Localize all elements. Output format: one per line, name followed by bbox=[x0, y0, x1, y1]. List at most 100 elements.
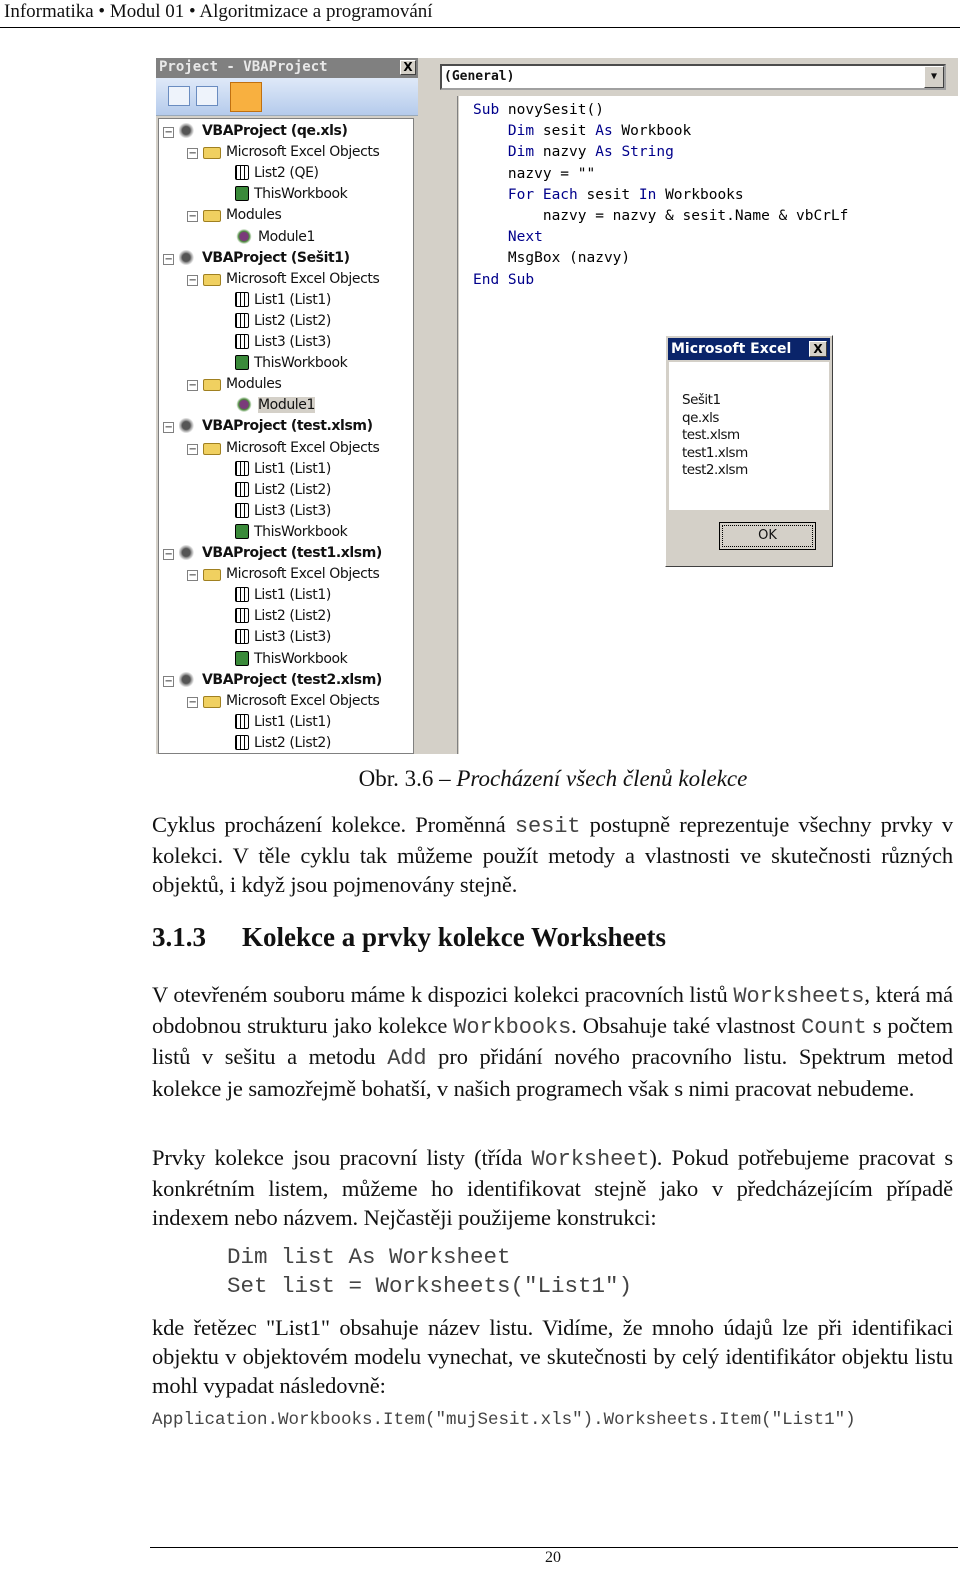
tree-item[interactable]: List1 (List1) bbox=[235, 459, 331, 480]
text-run: Cyklus procházení kolekce. Proměnná bbox=[152, 812, 515, 837]
tree-item[interactable]: − Modules bbox=[187, 374, 282, 395]
msgbox-line: test.xlsm bbox=[682, 427, 740, 443]
tree-item[interactable]: − VBAProject (test1.xlsm) bbox=[163, 543, 382, 564]
keyword: End Sub bbox=[473, 271, 535, 288]
code-token: Workbook bbox=[612, 123, 692, 140]
ok-button[interactable]: OK bbox=[719, 522, 816, 550]
tree-item-label: Microsoft Excel Objects bbox=[226, 692, 380, 709]
tree-item[interactable]: − Microsoft Excel Objects bbox=[187, 564, 380, 585]
tree-item[interactable]: List1 (List1) bbox=[235, 712, 331, 733]
section-title: Kolekce a prvky kolekce Worksheets bbox=[242, 922, 666, 952]
code-block-line: Set list = Worksheets("List1") bbox=[227, 1272, 633, 1299]
collapse-icon[interactable]: − bbox=[187, 148, 198, 160]
code-token: nazvy bbox=[534, 144, 596, 161]
code-token: novySesit() bbox=[499, 102, 604, 118]
code-token: nazvy = nazvy & sesit.Name & vbCrLf bbox=[473, 208, 849, 224]
page-number: 20 bbox=[545, 1549, 561, 1566]
folder-icon bbox=[203, 569, 221, 582]
tree-item[interactable]: − VBAProject (test2.xlsm) bbox=[163, 670, 382, 691]
tree-item[interactable]: − Microsoft Excel Objects bbox=[187, 142, 380, 163]
collapse-icon[interactable]: − bbox=[163, 422, 174, 434]
code-token: Workbooks bbox=[656, 186, 744, 203]
msgbox-line: qe.xls bbox=[682, 409, 719, 426]
tree-item[interactable]: List2 (List2) bbox=[235, 480, 331, 501]
collapse-icon[interactable]: − bbox=[163, 253, 174, 265]
object-dropdown[interactable]: (General) ▼ bbox=[440, 64, 946, 90]
tree-item[interactable]: ThisWorkbook bbox=[235, 353, 348, 374]
code-token: sesit bbox=[534, 123, 596, 140]
inline-code: Worksheet bbox=[531, 1147, 650, 1172]
code-line: Application.Workbooks.Item("mujSesit.xls… bbox=[152, 1410, 856, 1430]
tree-item[interactable]: List2 (List2) bbox=[235, 606, 331, 627]
text-run: Prvky kolekce jsou pracovní listy (třída bbox=[152, 1145, 532, 1170]
collapse-icon[interactable]: − bbox=[187, 570, 198, 582]
collapse-icon[interactable]: − bbox=[187, 443, 198, 455]
sheet-icon bbox=[235, 481, 249, 497]
tree-item[interactable]: List2 (List2) bbox=[235, 733, 331, 753]
tree-item[interactable]: − Microsoft Excel Objects bbox=[187, 438, 380, 459]
sheet-icon bbox=[235, 291, 249, 307]
tree-item[interactable]: List2 (QE) bbox=[235, 163, 319, 184]
tree-item[interactable]: ThisWorkbook bbox=[235, 184, 348, 205]
workbook-icon bbox=[235, 355, 249, 371]
folder-icon bbox=[203, 210, 221, 223]
tree-item[interactable]: − VBAProject (qe.xls) bbox=[163, 121, 348, 142]
project-tree[interactable]: − VBAProject (qe.xls) − Microsoft Excel Obj… bbox=[158, 118, 414, 754]
tree-item[interactable]: − Modules bbox=[187, 205, 282, 226]
tree-item[interactable]: − Microsoft Excel Objects bbox=[187, 691, 380, 712]
collapse-icon[interactable]: − bbox=[187, 380, 198, 392]
tree-item[interactable]: − VBAProject (Sešit1) bbox=[163, 248, 350, 269]
code-line: Next bbox=[473, 227, 543, 248]
tree-item[interactable]: List1 (List1) bbox=[235, 290, 331, 311]
collapse-icon[interactable]: − bbox=[163, 675, 174, 687]
sheet-icon bbox=[235, 713, 249, 729]
collapse-icon[interactable]: − bbox=[163, 127, 174, 138]
tree-item-label: List2 (List2) bbox=[254, 608, 331, 625]
collapse-icon[interactable]: − bbox=[163, 549, 174, 560]
view-code-icon[interactable] bbox=[168, 86, 190, 106]
keyword: Dim bbox=[507, 144, 535, 161]
code-line: End Sub bbox=[473, 270, 534, 291]
chevron-down-icon[interactable]: ▼ bbox=[924, 66, 944, 88]
tree-item[interactable]: ThisWorkbook bbox=[235, 649, 348, 670]
tree-item-label: Microsoft Excel Objects bbox=[226, 566, 380, 583]
tree-item[interactable]: Module1 bbox=[235, 395, 315, 416]
tree-item[interactable]: List2 (List2) bbox=[235, 311, 331, 332]
msgbox-title: Microsoft Excel X bbox=[668, 338, 830, 360]
tree-item[interactable]: − Microsoft Excel Objects bbox=[187, 269, 380, 290]
header-rule bbox=[0, 27, 960, 28]
keyword: Next bbox=[507, 229, 543, 246]
section-number: 3.1.3 bbox=[152, 922, 206, 952]
collapse-icon[interactable]: − bbox=[187, 211, 198, 223]
figure-caption: Obr. 3.6 – Procházení všech členů kolekc… bbox=[0, 766, 960, 792]
view-object-icon[interactable] bbox=[196, 86, 218, 106]
sheet-icon bbox=[235, 629, 249, 645]
project-explorer-title: Project - VBAProject X bbox=[156, 58, 418, 78]
tree-item[interactable]: ThisWorkbook bbox=[235, 522, 348, 543]
collapse-icon[interactable]: − bbox=[187, 696, 198, 708]
close-icon[interactable]: X bbox=[809, 341, 827, 357]
tree-item[interactable]: List3 (List3) bbox=[235, 627, 331, 648]
collapse-icon[interactable]: − bbox=[187, 274, 198, 286]
tree-item-label: VBAProject (Sešit1) bbox=[202, 249, 350, 266]
tree-item-label: VBAProject (qe.xls) bbox=[202, 123, 348, 139]
tree-item[interactable]: − VBAProject (test.xlsm) bbox=[163, 416, 373, 437]
tree-item-label: List3 (List3) bbox=[254, 502, 331, 519]
tree-item[interactable]: List3 (List3) bbox=[235, 332, 331, 353]
code-window: (General) ▼ Sub novySesit() Dim sesit As … bbox=[428, 58, 958, 754]
code-line: Sub novySesit() bbox=[473, 100, 604, 121]
tree-item-label: List3 (List3) bbox=[254, 629, 331, 646]
inline-code: Workbooks bbox=[453, 1015, 572, 1041]
tree-item[interactable]: List3 (List3) bbox=[235, 501, 331, 522]
toggle-folders-icon[interactable] bbox=[230, 82, 262, 112]
msgbox-dialog: Microsoft Excel X Sešit1 qe.xls test.xlsm te… bbox=[665, 335, 833, 567]
tree-item-label: Modules bbox=[226, 207, 282, 224]
sheet-icon bbox=[235, 165, 249, 181]
tree-item[interactable]: List1 (List1) bbox=[235, 585, 331, 606]
tree-item[interactable]: Module1 bbox=[235, 227, 315, 248]
project-icon bbox=[179, 418, 197, 434]
close-icon[interactable]: X bbox=[400, 60, 416, 75]
paragraph-3: Prvky kolekce jsou pracovní listy (třída… bbox=[152, 1143, 953, 1233]
